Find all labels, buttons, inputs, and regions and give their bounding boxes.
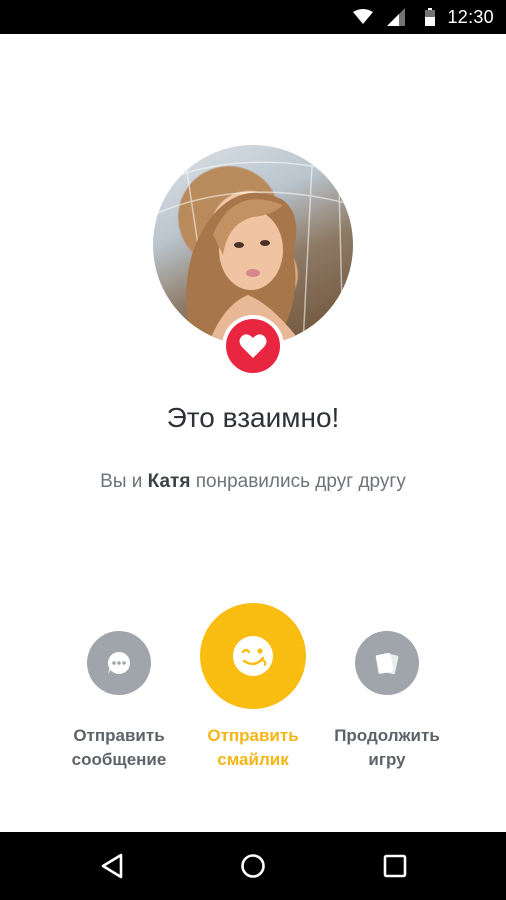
- match-name: Катя: [147, 471, 191, 492]
- wifi-icon: [353, 9, 374, 24]
- send-message-circle[interactable]: [87, 631, 151, 695]
- send-smiley-label: Отправить смайлик: [193, 724, 313, 772]
- send-message-label-line1: Отправить: [73, 726, 165, 745]
- heart-icon: [239, 334, 267, 358]
- chat-bubble-icon: [108, 652, 130, 674]
- send-smiley-circle[interactable]: [200, 603, 306, 709]
- send-message-label-line2: сообщение: [71, 750, 167, 769]
- cards-icon: [375, 653, 399, 675]
- match-subtitle: Вы и Катя понравились друг другу: [0, 471, 506, 493]
- signal-icon: [387, 8, 406, 26]
- send-smiley-label-line2: смайлик: [217, 750, 289, 769]
- continue-game-label-line1: Продолжить: [334, 726, 440, 745]
- continue-game-label-line2: игру: [368, 750, 406, 769]
- match-title: Это взаимно!: [166, 402, 340, 433]
- subtitle-suffix: понравились друг другу: [190, 471, 406, 492]
- recent-apps-icon[interactable]: [381, 852, 409, 880]
- match-avatar: [153, 145, 353, 377]
- send-smiley-label-line1: Отправить: [207, 726, 299, 745]
- send-message-button[interactable]: Отправить сообщение: [59, 631, 179, 772]
- continue-game-circle[interactable]: [355, 631, 419, 695]
- status-icons: 12:30: [353, 0, 494, 34]
- continue-game-button[interactable]: Продолжить игру: [327, 631, 447, 772]
- status-time: 12:30: [447, 6, 494, 27]
- subtitle-prefix: Вы и: [100, 471, 148, 492]
- battery-icon: [425, 8, 436, 26]
- wink-smiley-icon: [233, 636, 273, 676]
- send-message-label: Отправить сообщение: [59, 724, 179, 772]
- mutual-like-badge: [222, 315, 284, 377]
- navigation-bar: [0, 832, 506, 900]
- heart-badge-circle: [226, 319, 280, 373]
- home-icon[interactable]: [239, 852, 267, 880]
- status-bar: 12:30: [0, 0, 506, 34]
- send-smiley-button[interactable]: Отправить смайлик: [193, 603, 313, 772]
- continue-game-label: Продолжить игру: [327, 724, 447, 772]
- back-icon[interactable]: [99, 852, 127, 880]
